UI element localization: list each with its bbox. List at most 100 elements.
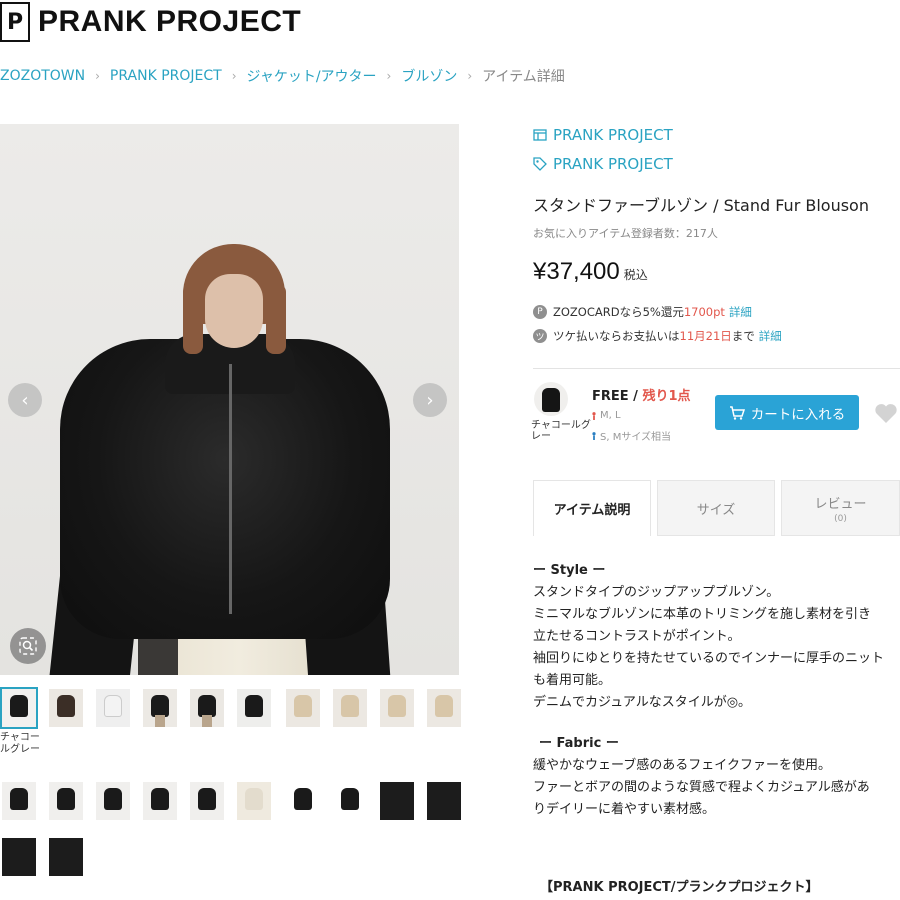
thumbnail-figure	[388, 695, 406, 717]
tsuke-details-link[interactable]: 詳細	[759, 328, 782, 344]
breadcrumb-separator: ›	[386, 69, 392, 83]
thumbnail[interactable]	[2, 782, 36, 820]
female-fit: M, L	[592, 410, 621, 421]
description-line: ミニマルなブルゾンに本革のトリミングを施し素材を引き	[533, 607, 872, 622]
model-hair-right	[266, 284, 286, 354]
male-icon	[592, 431, 596, 440]
style-section: ー Style ー スタンドタイプのジップアップブルゾン。 ミニマルなブルゾンに…	[533, 560, 900, 714]
style-heading: ー Style ー	[533, 563, 606, 578]
gallery-prev-button[interactable]: ‹	[8, 383, 42, 417]
add-to-cart-button[interactable]: カートに入れる	[715, 395, 859, 430]
tab-item-description[interactable]: アイテム説明	[533, 480, 651, 536]
thumbnail-figure	[104, 788, 122, 810]
thumbnail[interactable]	[380, 782, 414, 820]
tag-icon	[533, 157, 547, 171]
breadcrumb-separator: ›	[231, 69, 237, 83]
gallery-next-button[interactable]: ›	[413, 383, 447, 417]
thumbnail[interactable]	[2, 838, 36, 876]
zozocard-text: ZOZOCARDなら5%還元	[553, 305, 684, 319]
thumbnail-figure	[151, 788, 169, 810]
tab-label: サイズ	[696, 502, 736, 518]
breadcrumb-subcategory[interactable]: ブルゾン	[401, 66, 457, 86]
thumbnail[interactable]	[49, 689, 83, 727]
thumbnail[interactable]	[427, 782, 461, 820]
thumbnail[interactable]	[333, 782, 367, 820]
thumbnail[interactable]	[190, 689, 224, 727]
thumbnail-figure	[245, 695, 263, 717]
description-line: スタンドタイプのジップアップブルゾン。	[533, 585, 780, 600]
zoom-button[interactable]	[10, 628, 46, 664]
tab-reviews[interactable]: レビュー (0)	[781, 480, 900, 536]
description-line: ファーとボアの間のような質感で程よくカジュアル感があ	[533, 780, 870, 795]
chevron-right-icon: ›	[426, 389, 434, 411]
description-line: りデイリーに着やすい素材感。	[533, 802, 716, 817]
thumbnail[interactable]	[96, 689, 130, 727]
price-value: ¥37,400	[533, 258, 620, 285]
zozocard-details-link[interactable]: 詳細	[729, 304, 752, 320]
male-fit-text: S, Mサイズ相当	[600, 432, 672, 443]
tab-label: アイテム説明	[553, 503, 631, 518]
thumbnail[interactable]	[190, 782, 224, 820]
thumbnail[interactable]	[0, 687, 38, 729]
breadcrumb-zozotown[interactable]: ZOZOTOWN	[0, 68, 85, 84]
thumbnail[interactable]	[333, 689, 367, 727]
brand-shop-link[interactable]: PRANK PROJECT	[533, 126, 673, 144]
stock-label: 残り1点	[642, 389, 691, 404]
thumbnail[interactable]	[143, 689, 177, 727]
tsuke-text: ツケ払いならお支払いは	[553, 329, 680, 343]
brand-tag-label: PRANK PROJECT	[553, 155, 673, 173]
thumbnail-figure	[245, 788, 263, 810]
detail-tabs: アイテム説明 サイズ レビュー (0)	[533, 480, 900, 536]
product-price: ¥37,400 税込	[533, 258, 648, 286]
model-face	[205, 274, 263, 348]
tax-label: 税込	[623, 268, 648, 282]
thumbnail[interactable]	[143, 782, 177, 820]
chevron-left-icon: ‹	[21, 389, 29, 411]
description-line: 袖回りにゆとりを持たせているのでインナーに厚手のニット	[533, 651, 885, 666]
tsuke-date: 11月21日	[679, 329, 732, 343]
thumbnail[interactable]	[96, 782, 130, 820]
description-line: デニムでカジュアルなスタイルが◎。	[533, 695, 752, 710]
thumbnail-figure	[10, 695, 28, 717]
favorite-heart-icon[interactable]	[874, 403, 898, 424]
points-icon: P	[533, 305, 547, 319]
shop-icon	[533, 129, 547, 141]
thumbnail[interactable]	[427, 689, 461, 727]
breadcrumb-brand[interactable]: PRANK PROJECT	[110, 68, 222, 84]
thumbnail-figure	[151, 695, 169, 717]
cart-icon	[729, 405, 745, 420]
thumbnail[interactable]	[237, 689, 271, 727]
model-hair-left	[183, 284, 203, 354]
breadcrumb-current: アイテム詳細	[482, 69, 565, 85]
swatch-figure	[542, 388, 560, 412]
thumbnail[interactable]	[49, 782, 83, 820]
brand-tag-link[interactable]: PRANK PROJECT	[533, 155, 673, 173]
size-label: FREE /	[592, 389, 643, 404]
zozocard-points: 1700pt	[683, 305, 725, 319]
thumbnail[interactable]	[286, 689, 320, 727]
thumbnail-figure	[435, 695, 453, 717]
thumbnail[interactable]	[286, 782, 320, 820]
thumbnail[interactable]	[49, 838, 83, 876]
fabric-section: ー Fabric ー 緩やかなウェーブ感のあるフェイクファーを使用。 ファーとボ…	[533, 733, 900, 821]
search-icon	[19, 637, 37, 655]
thumbnail-figure	[341, 695, 359, 717]
female-icon	[592, 411, 596, 420]
brand-header[interactable]: P PRANK PROJECT	[0, 0, 301, 44]
divider	[533, 368, 900, 369]
deferred-payment-icon: ツ	[533, 329, 547, 343]
male-fit: S, Mサイズ相当	[592, 428, 671, 443]
breadcrumb-separator: ›	[467, 69, 473, 83]
thumbnail-legs	[155, 715, 165, 727]
thumbnail[interactable]	[380, 689, 414, 727]
thumbnail[interactable]	[237, 782, 271, 820]
breadcrumb-category[interactable]: ジャケット/アウター	[247, 66, 377, 86]
tsuke-suffix: まで	[731, 329, 755, 343]
brand-name: PRANK PROJECT	[38, 5, 302, 38]
tab-size[interactable]: サイズ	[657, 480, 775, 536]
thumbnail-figure	[198, 695, 216, 717]
product-main-image[interactable]	[0, 124, 459, 675]
breadcrumb: ZOZOTOWN › PRANK PROJECT › ジャケット/アウター › …	[0, 66, 565, 86]
thumbnail-figure	[57, 788, 75, 810]
color-swatch[interactable]	[534, 382, 568, 416]
